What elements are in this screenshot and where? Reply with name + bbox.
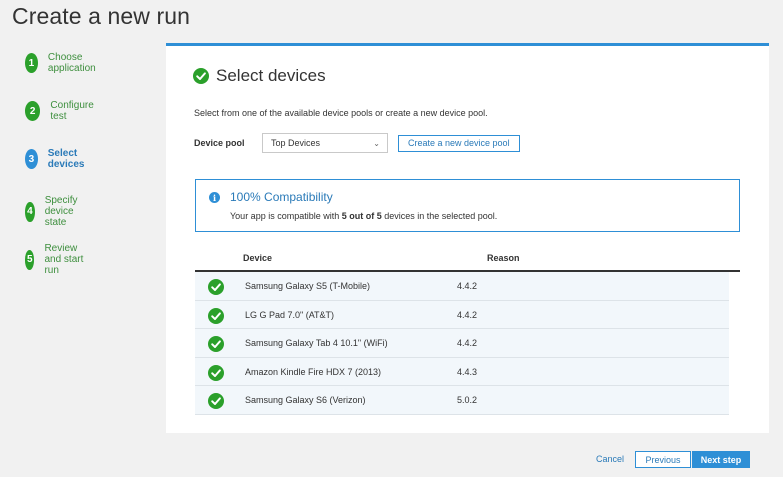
select-devices-panel: Select devices Select from one of the av… bbox=[166, 43, 769, 433]
device-name: LG G Pad 7.0" (AT&T) bbox=[245, 309, 335, 320]
table-row: Amazon Kindle Fire HDX 7 (2013) 4.4.3 bbox=[195, 357, 729, 387]
device-pool-label: Device pool bbox=[194, 138, 245, 148]
compatibility-message: Your app is compatible with 5 out of 5 d… bbox=[230, 211, 497, 221]
previous-button[interactable]: Previous bbox=[635, 451, 691, 468]
step-number: 5 bbox=[25, 249, 35, 270]
step-number: 4 bbox=[25, 201, 35, 222]
panel-title: Select devices bbox=[216, 66, 326, 85]
device-pool-row: Device pool Top Devices ⌄ Create a new d… bbox=[194, 133, 520, 153]
compatibility-count: 5 out of 5 bbox=[341, 211, 382, 221]
compatibility-alert: i 100% Compatibility Your app is compati… bbox=[195, 179, 740, 232]
step-number: 1 bbox=[25, 53, 38, 73]
check-circle-icon bbox=[208, 307, 224, 324]
device-name: Samsung Galaxy Tab 4 10.1" (WiFi) bbox=[245, 338, 388, 349]
cancel-link[interactable]: Cancel bbox=[596, 454, 624, 464]
step-label: Select devices bbox=[47, 148, 85, 170]
step-number: 2 bbox=[25, 101, 41, 121]
step-choose-application[interactable]: 1 Choose application bbox=[25, 52, 103, 74]
chevron-down-icon: ⌄ bbox=[373, 138, 380, 148]
step-number: 3 bbox=[25, 149, 38, 169]
check-circle-icon bbox=[208, 393, 224, 410]
device-reason: 4.4.2 bbox=[457, 338, 478, 349]
step-review-and-start-run[interactable]: 5 Review and start run bbox=[25, 243, 88, 276]
step-label: Review and start run bbox=[44, 243, 84, 276]
device-reason: 5.0.2 bbox=[457, 395, 478, 406]
table-row: Samsung Galaxy Tab 4 10.1" (WiFi) 4.4.2 bbox=[195, 329, 729, 358]
wizard-footer: Cancel Previous Next step bbox=[166, 433, 783, 477]
device-pool-select[interactable]: Top Devices ⌄ bbox=[262, 133, 388, 153]
step-label: Choose application bbox=[47, 52, 96, 74]
compatibility-title: 100% Compatibility bbox=[230, 190, 333, 204]
device-name: Samsung Galaxy S6 (Verizon) bbox=[245, 395, 366, 406]
table-header: Device Reason bbox=[195, 248, 740, 272]
create-device-pool-button[interactable]: Create a new device pool bbox=[398, 134, 520, 152]
panel-header: Select devices bbox=[193, 66, 326, 86]
step-specify-device-state[interactable]: 4 Specify device state bbox=[25, 195, 88, 228]
column-header-reason: Reason bbox=[487, 253, 520, 263]
check-circle-icon bbox=[208, 364, 224, 381]
step-configure-test[interactable]: 2 Configure test bbox=[25, 100, 98, 122]
check-circle-icon bbox=[208, 279, 224, 295]
column-header-device: Device bbox=[243, 253, 273, 263]
compatibility-message-prefix: Your app is compatible with bbox=[230, 211, 342, 221]
page-title: Create a new run bbox=[12, 3, 191, 29]
table-row: Samsung Galaxy S5 (T-Mobile) 4.4.2 bbox=[195, 272, 729, 301]
check-circle-icon bbox=[208, 336, 224, 353]
table-row: LG G Pad 7.0" (AT&T) 4.4.2 bbox=[195, 300, 729, 330]
step-select-devices[interactable]: 3 Select devices bbox=[25, 148, 92, 170]
check-circle-icon bbox=[193, 68, 209, 84]
device-reason: 4.4.3 bbox=[457, 366, 478, 377]
step-label: Specify device state bbox=[44, 195, 78, 228]
step-label: Configure test bbox=[50, 100, 94, 122]
device-reason: 4.4.2 bbox=[457, 309, 478, 320]
panel-description: Select from one of the available device … bbox=[194, 108, 488, 118]
device-name: Amazon Kindle Fire HDX 7 (2013) bbox=[245, 366, 382, 377]
device-pool-selected: Top Devices bbox=[271, 138, 321, 148]
device-reason: 4.4.2 bbox=[457, 281, 478, 291]
table-row: Samsung Galaxy S6 (Verizon) 5.0.2 bbox=[195, 386, 729, 415]
next-step-button[interactable]: Next step bbox=[692, 451, 750, 468]
table-body: Samsung Galaxy S5 (T-Mobile) 4.4.2 LG G … bbox=[195, 272, 729, 415]
info-icon: i bbox=[209, 192, 220, 203]
compatibility-message-suffix: devices in the selected pool. bbox=[381, 211, 498, 221]
devices-table: Device Reason Samsung Galaxy S5 (T-Mobil… bbox=[195, 248, 740, 415]
device-name: Samsung Galaxy S5 (T-Mobile) bbox=[245, 281, 371, 291]
